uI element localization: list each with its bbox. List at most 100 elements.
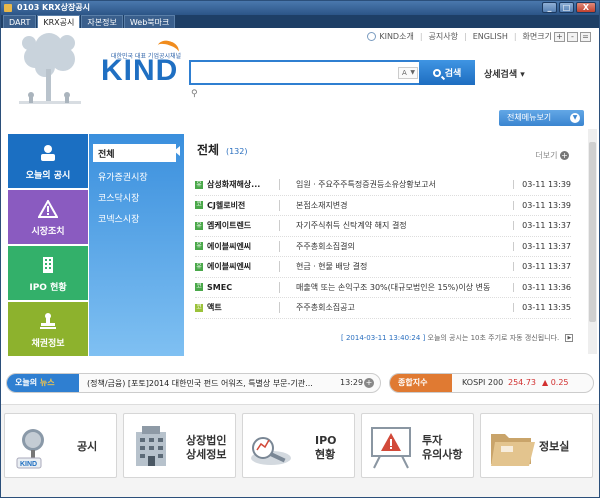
disclosure-time: 03-11 13:37 — [513, 221, 571, 231]
doc-icon: 코 — [195, 201, 203, 210]
disclosure-row[interactable]: 코 CJ헬로비전 본점소재지변경 03-11 13:39 — [195, 196, 571, 216]
folder-icon — [491, 434, 535, 466]
disclosure-row[interactable]: 유 에이블씨엔씨 현금ㆍ현물 배당 결정 03-11 13:37 — [195, 257, 571, 278]
zoom-out-button[interactable]: - — [567, 31, 578, 42]
disclosure-time: 03-11 13:37 — [513, 241, 571, 251]
disclosure-list: 유 삼성화재해상... 임원ㆍ주요주주특정증권등소유상황보고서 03-11 13:39… — [195, 175, 571, 319]
doc-icon: 유 — [195, 180, 203, 189]
disclosure-time: 03-11 13:39 — [513, 180, 571, 190]
scrollbar-thumb[interactable] — [589, 142, 596, 322]
category-nav: 오늘의 공시 시장조치 IPO 현황 채권정보 — [8, 134, 88, 358]
panel-count: (132) — [225, 147, 248, 156]
chevron-down-icon: ▼ — [570, 113, 580, 123]
company-name[interactable]: 에이블씨엔씨 — [207, 241, 277, 252]
active-arrow — [174, 146, 180, 156]
disclosure-title[interactable]: 임원ㆍ주요주주특정증권등소유상황보고서 — [279, 179, 513, 191]
kind-logo[interactable]: 대한민국 대표 기업공시채널 KIND — [99, 37, 181, 87]
quick-info-room-button[interactable]: 정보실 — [480, 413, 593, 478]
globe-icon — [367, 32, 377, 41]
index-value: 254.73 — [508, 378, 536, 387]
quick-company-info-button[interactable]: 상장법인 상세정보 — [123, 413, 236, 478]
company-name[interactable]: 액트 — [207, 302, 277, 313]
search-box: A ▼ 검색 — [189, 60, 475, 85]
full-menu-button[interactable]: 전체메뉴보기 ▼ — [499, 110, 584, 126]
submenu-kosdaq[interactable]: 코스닥시장 — [89, 187, 184, 208]
news-label: 오늘의 뉴스 — [7, 374, 79, 392]
disclosure-row[interactable]: 유 삼성화재해상... 임원ㆍ주요주주특정증권등소유상황보고서 03-11 13:39 — [195, 175, 571, 196]
company-name[interactable]: SMEC — [207, 283, 277, 292]
company-name[interactable]: 엠케이트렌드 — [207, 220, 277, 231]
doc-icon: 코 — [195, 283, 203, 292]
quick-ipo-button[interactable]: IPO 현황 — [242, 413, 355, 478]
refresh-text: 오늘의 공시는 10초 주기로 자동 갱신됩니다. — [427, 334, 560, 342]
zoom-in-button[interactable]: + — [554, 31, 565, 42]
tab-web-bookmark[interactable]: Web북마크 — [123, 15, 176, 28]
quick-caution-button[interactable]: 투자 유의사항 — [361, 413, 474, 478]
submenu-konex[interactable]: 코넥스시장 — [89, 208, 184, 229]
tab-bar: DART KRX공시 자본정보 Web북마크 — [1, 15, 599, 28]
more-label: 더보기 — [535, 151, 558, 160]
disclosure-title[interactable]: 본점소재지변경 — [279, 199, 513, 211]
news-headline[interactable]: (정책/금융) [포토]2014 대한민국 펀드 어워즈, 특별상 부문-기관.… — [87, 378, 335, 389]
detail-search-link[interactable]: 상세검색 ▾ — [484, 67, 525, 80]
svg-text:KIND: KIND — [20, 461, 37, 468]
quick-label: 정보실 — [539, 440, 570, 453]
disclosure-time: 03-11 13:37 — [513, 262, 571, 272]
doc-icon: 유 — [195, 221, 203, 230]
quick-links: KIND 공시 상장법인 상세정보 IPO 현황 투자 유의사항 정보실 — [1, 404, 599, 497]
doc-icon: 유 — [195, 262, 203, 271]
zoom-reset-button[interactable]: = — [580, 31, 591, 42]
app-icon — [4, 4, 12, 12]
vertical-scrollbar[interactable] — [588, 129, 597, 354]
company-name[interactable]: 에이블씨엔씨 — [207, 261, 277, 272]
disclosure-title[interactable]: 현금ㆍ현물 배당 결정 — [279, 261, 513, 273]
quick-disclosure-button[interactable]: KIND 공시 — [4, 413, 117, 478]
minimize-button[interactable]: _ — [542, 2, 557, 13]
index-name: KOSPI 200 — [462, 378, 504, 387]
disclosure-row[interactable]: 유 에이블씨엔씨 주주총회소집결의 03-11 13:37 — [195, 237, 571, 257]
company-name[interactable]: 삼성화재해상... — [207, 179, 277, 190]
news-ticker: 오늘의 뉴스 (정책/금융) [포토]2014 대한민국 펀드 어워즈, 특별상… — [6, 373, 381, 393]
disclosure-title[interactable]: 자기주식취득 신탁계약 해지 결정 — [279, 220, 513, 232]
disclosure-row[interactable]: 코 액트 주주총회소집공고 03-11 13:35 — [195, 298, 571, 319]
tree-illustration — [19, 33, 81, 104]
category-market-action[interactable]: 시장조치 — [8, 190, 88, 244]
disclosure-title[interactable]: 주주총회소집결의 — [279, 240, 513, 252]
maximize-button[interactable]: □ — [559, 2, 574, 13]
disclosure-row[interactable]: 유 엠케이트렌드 자기주식취득 신탁계약 해지 결정 03-11 13:37 — [195, 216, 571, 237]
submenu-kospi[interactable]: 유가증권시장 — [89, 166, 184, 187]
index-change: ▲ 0.25 — [542, 378, 569, 387]
market-submenu: 전체 유가증권시장 코스닥시장 코넥스시장 — [89, 134, 184, 356]
more-link[interactable]: 더보기 + — [535, 151, 569, 160]
warning-icon — [38, 200, 58, 218]
logo-text: KIND — [101, 54, 179, 87]
disclosure-panel: 전체 (132) 더보기 + 유 삼성화재해상... 임원ㆍ주요주주특정증권등소유상… — [191, 141, 577, 342]
notice-link[interactable]: 공지사항 — [429, 31, 458, 42]
about-link[interactable]: KIND소개 — [379, 31, 413, 42]
category-ipo-status[interactable]: IPO 현황 — [8, 246, 88, 300]
search-dropdown-value: A — [402, 69, 407, 77]
tab-capital[interactable]: 자본정보 — [81, 15, 123, 28]
quick-label: 상장법인 상세정보 — [186, 434, 227, 461]
company-name[interactable]: CJ헬로비전 — [207, 200, 277, 211]
disclosure-title[interactable]: 매출액 또는 손익구조 30%(대규모법인은 15%)이상 변동 — [279, 281, 513, 293]
microphone-icon: KIND — [16, 429, 44, 469]
close-button[interactable]: X — [576, 2, 596, 13]
building-icon — [43, 257, 53, 273]
chevron-down-icon: ▼ — [410, 69, 415, 76]
submenu-all[interactable]: 전체 — [93, 144, 176, 162]
doc-icon: 코 — [195, 303, 203, 312]
disclosure-title[interactable]: 주주총회소집공고 — [279, 302, 513, 314]
english-link[interactable]: ENGLISH — [473, 32, 508, 41]
category-label: 오늘의 공시 — [25, 171, 71, 181]
disclosure-time: 03-11 13:39 — [513, 200, 571, 210]
news-more-button[interactable]: + — [364, 378, 374, 388]
disclosure-row[interactable]: 코 SMEC 매출액 또는 손익구조 30%(대규모법인은 15%)이상 변동 03-… — [195, 278, 571, 298]
refresh-time: [ 2014-03-11 13:40:24 ] — [341, 334, 426, 342]
category-bond-info[interactable]: 채권정보 — [8, 302, 88, 356]
search-input[interactable] — [195, 65, 395, 80]
category-today-disclosure[interactable]: 오늘의 공시 — [8, 134, 88, 188]
search-button[interactable]: 검색 — [419, 60, 475, 85]
search-dropdown[interactable]: A ▼ — [398, 67, 418, 79]
pause-icon[interactable]: ▶ — [565, 334, 574, 342]
